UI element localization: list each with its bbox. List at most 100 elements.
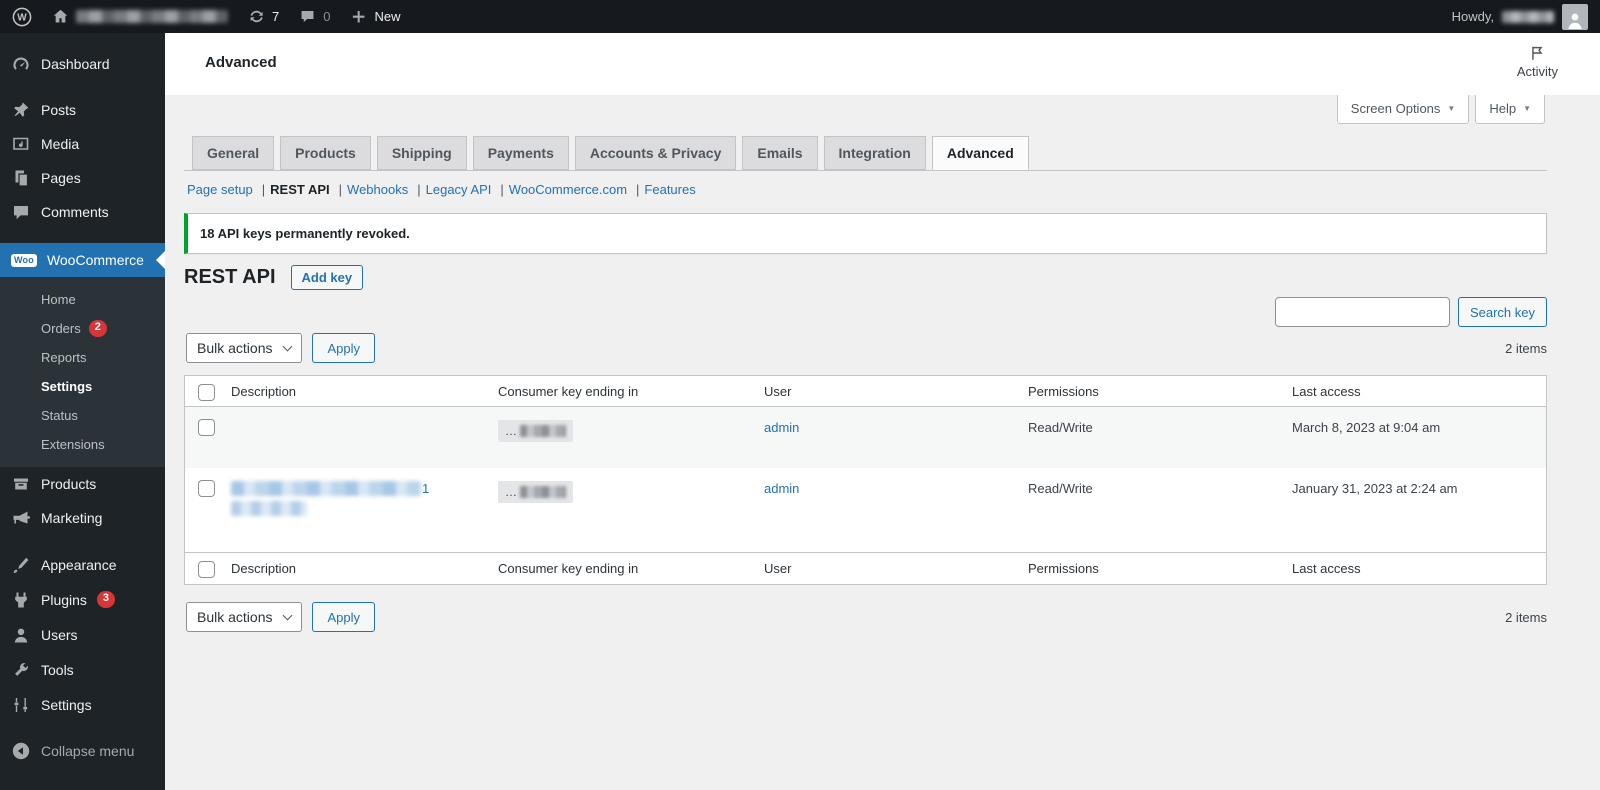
pages-icon <box>11 168 31 188</box>
comments-indicator[interactable]: 0 <box>299 8 330 25</box>
select-all-checkbox[interactable] <box>198 384 215 401</box>
bulk-actions-top: Bulk actions Apply <box>186 333 376 363</box>
bulk-actions-select[interactable]: Bulk actions <box>186 602 303 632</box>
last-access-value: January 31, 2023 at 2:24 am <box>1292 481 1458 496</box>
media-icon <box>11 134 31 154</box>
wrench-icon <box>11 660 31 680</box>
active-menu-arrow <box>156 251 165 269</box>
sidebar-item-pages[interactable]: Pages <box>0 161 165 195</box>
sidebar-item-posts[interactable]: Posts <box>0 93 165 127</box>
submenu-item-settings[interactable]: Settings <box>0 372 165 401</box>
apply-button[interactable]: Apply <box>312 602 376 632</box>
home-icon <box>52 8 69 25</box>
page-title: Advanced <box>205 54 277 71</box>
consumer-key-ending: … <box>498 420 573 442</box>
admin-sidebar: Dashboard Posts Media Pages Comments Woo… <box>0 33 165 790</box>
wordpress-logo-icon[interactable]: W <box>12 7 32 27</box>
subnav-rest-api[interactable]: REST API <box>270 182 329 197</box>
submenu-item-orders[interactable]: Orders 2 <box>0 314 165 343</box>
sidebar-item-users[interactable]: Users <box>0 617 165 652</box>
blurred-key <box>520 486 566 498</box>
tab-advanced[interactable]: Advanced <box>931 136 1029 170</box>
tab-payments[interactable]: Payments <box>472 136 569 170</box>
sidebar-item-settings[interactable]: Settings <box>0 687 165 722</box>
row-checkbox[interactable] <box>198 480 215 497</box>
chevron-down-icon: ▼ <box>1523 104 1531 113</box>
subnav-webhooks[interactable]: Webhooks <box>347 182 408 197</box>
megaphone-icon <box>11 508 31 528</box>
tab-integration[interactable]: Integration <box>823 136 926 170</box>
bulk-actions-select[interactable]: Bulk actions <box>186 333 303 363</box>
sidebar-item-marketing[interactable]: Marketing <box>0 501 165 535</box>
sidebar-item-label: Dashboard <box>41 56 110 72</box>
tabs-divider <box>184 170 1547 171</box>
column-header-description[interactable]: Description <box>231 553 498 576</box>
sidebar-item-comments[interactable]: Comments <box>0 195 165 229</box>
subnav-legacy-api[interactable]: Legacy API <box>426 182 492 197</box>
tab-emails[interactable]: Emails <box>742 136 818 170</box>
activity-button[interactable]: Activity <box>1517 44 1558 79</box>
tab-general[interactable]: General <box>192 136 275 170</box>
rest-api-heading: REST API <box>184 266 276 288</box>
column-header-consumer-key: Consumer key ending in <box>498 384 639 399</box>
new-content-menu[interactable]: New <box>350 8 400 25</box>
blurred-description <box>231 481 421 496</box>
user-avatar[interactable] <box>1562 3 1588 30</box>
site-name-menu[interactable] <box>52 8 228 25</box>
subnav-page-setup[interactable]: Page setup <box>187 182 253 197</box>
sidebar-item-tools[interactable]: Tools <box>0 652 165 687</box>
sidebar-item-label: Tools <box>41 661 74 678</box>
sidebar-item-label: Appearance <box>41 556 117 573</box>
row-checkbox[interactable] <box>198 419 215 436</box>
user-link[interactable]: admin <box>764 420 799 435</box>
permissions-value: Read/Write <box>1028 481 1093 496</box>
tab-accounts-privacy[interactable]: Accounts & Privacy <box>574 136 737 170</box>
sidebar-item-appearance[interactable]: Appearance <box>0 547 165 582</box>
add-key-button[interactable]: Add key <box>290 265 364 290</box>
tab-products[interactable]: Products <box>280 136 371 170</box>
column-header-consumer-key: Consumer key ending in <box>498 561 639 576</box>
brush-icon <box>11 555 31 575</box>
search-box: Search key <box>1274 297 1547 327</box>
woocommerce-submenu: Home Orders 2 Reports Settings Status Ex… <box>0 277 165 467</box>
search-key-input[interactable] <box>1274 297 1450 327</box>
flag-icon <box>1532 46 1543 60</box>
help-button[interactable]: Help ▼ <box>1475 95 1545 124</box>
tab-shipping[interactable]: Shipping <box>376 136 467 170</box>
dashboard-icon <box>11 54 31 74</box>
submenu-item-reports[interactable]: Reports <box>0 343 165 372</box>
submenu-item-status[interactable]: Status <box>0 401 165 430</box>
blurred-description-line2 <box>231 501 307 516</box>
sidebar-item-label: Plugins <box>41 591 87 608</box>
subnav-woocommerce-com[interactable]: WooCommerce.com <box>509 182 627 197</box>
table-footer-row: Description Consumer key ending in User … <box>185 552 1546 584</box>
updates-count: 7 <box>272 9 280 24</box>
sliders-icon <box>11 695 31 715</box>
screen-options-button[interactable]: Screen Options ▼ <box>1336 95 1470 124</box>
sidebar-item-media[interactable]: Media <box>0 127 165 161</box>
column-header-description[interactable]: Description <box>231 376 498 399</box>
user-link[interactable]: admin <box>764 481 799 496</box>
sidebar-item-plugins[interactable]: Plugins 3 <box>0 582 165 617</box>
apply-button[interactable]: Apply <box>312 333 376 363</box>
notice-message: 18 API keys permanently revoked. <box>200 226 410 241</box>
column-header-permissions: Permissions <box>1028 561 1099 576</box>
sidebar-item-woocommerce[interactable]: Woo WooCommerce <box>0 243 165 277</box>
select-all-checkbox[interactable] <box>198 561 215 578</box>
search-key-button[interactable]: Search key <box>1457 297 1547 327</box>
sidebar-item-dashboard[interactable]: Dashboard <box>0 47 165 81</box>
howdy-label: Howdy, <box>1451 9 1494 24</box>
sidebar-item-products[interactable]: Products <box>0 467 165 501</box>
column-header-last-access: Last access <box>1292 384 1361 399</box>
submenu-item-extensions[interactable]: Extensions <box>0 430 165 459</box>
collapse-menu-button[interactable]: Collapse menu <box>0 734 165 768</box>
blurred-site-name <box>76 10 228 23</box>
subnav-features[interactable]: Features <box>644 182 695 197</box>
key-description-link[interactable] <box>231 407 498 420</box>
submenu-item-home[interactable]: Home <box>0 285 165 314</box>
chevron-down-icon <box>283 341 293 351</box>
consumer-key-ending: … <box>498 481 573 503</box>
sidebar-item-label: Products <box>41 476 97 492</box>
key-description-link[interactable]: 1 <box>231 468 498 516</box>
updates-indicator[interactable]: 7 <box>248 8 279 25</box>
